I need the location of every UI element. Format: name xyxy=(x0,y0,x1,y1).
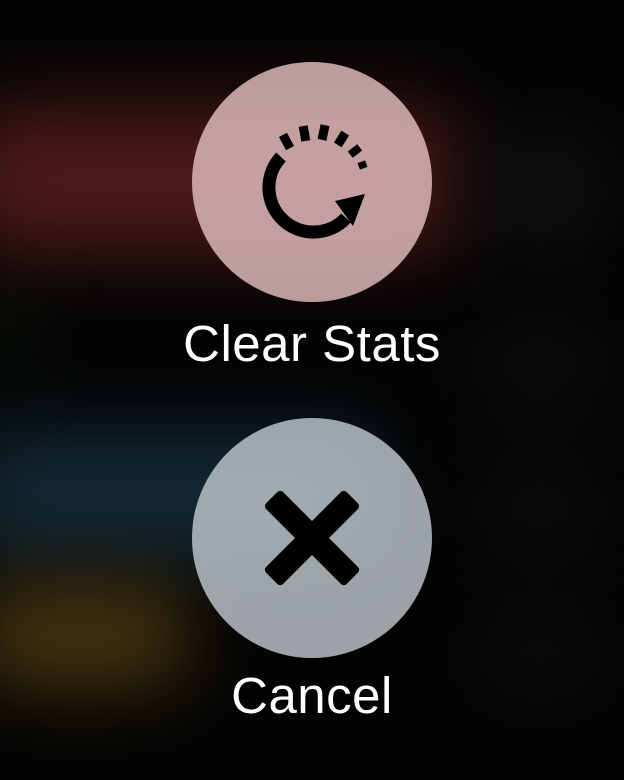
cancel-button[interactable] xyxy=(192,418,432,658)
clear-stats-label: Clear Stats xyxy=(183,315,441,372)
reset-icon xyxy=(262,124,368,239)
close-icon xyxy=(264,490,360,586)
cancel-label: Cancel xyxy=(231,667,393,724)
clear-stats-button[interactable] xyxy=(192,62,432,302)
cancel-action[interactable]: Cancel xyxy=(0,418,624,726)
force-touch-menu: Clear Stats Cancel xyxy=(0,0,624,780)
clear-stats-action[interactable]: Clear Stats xyxy=(0,62,624,374)
